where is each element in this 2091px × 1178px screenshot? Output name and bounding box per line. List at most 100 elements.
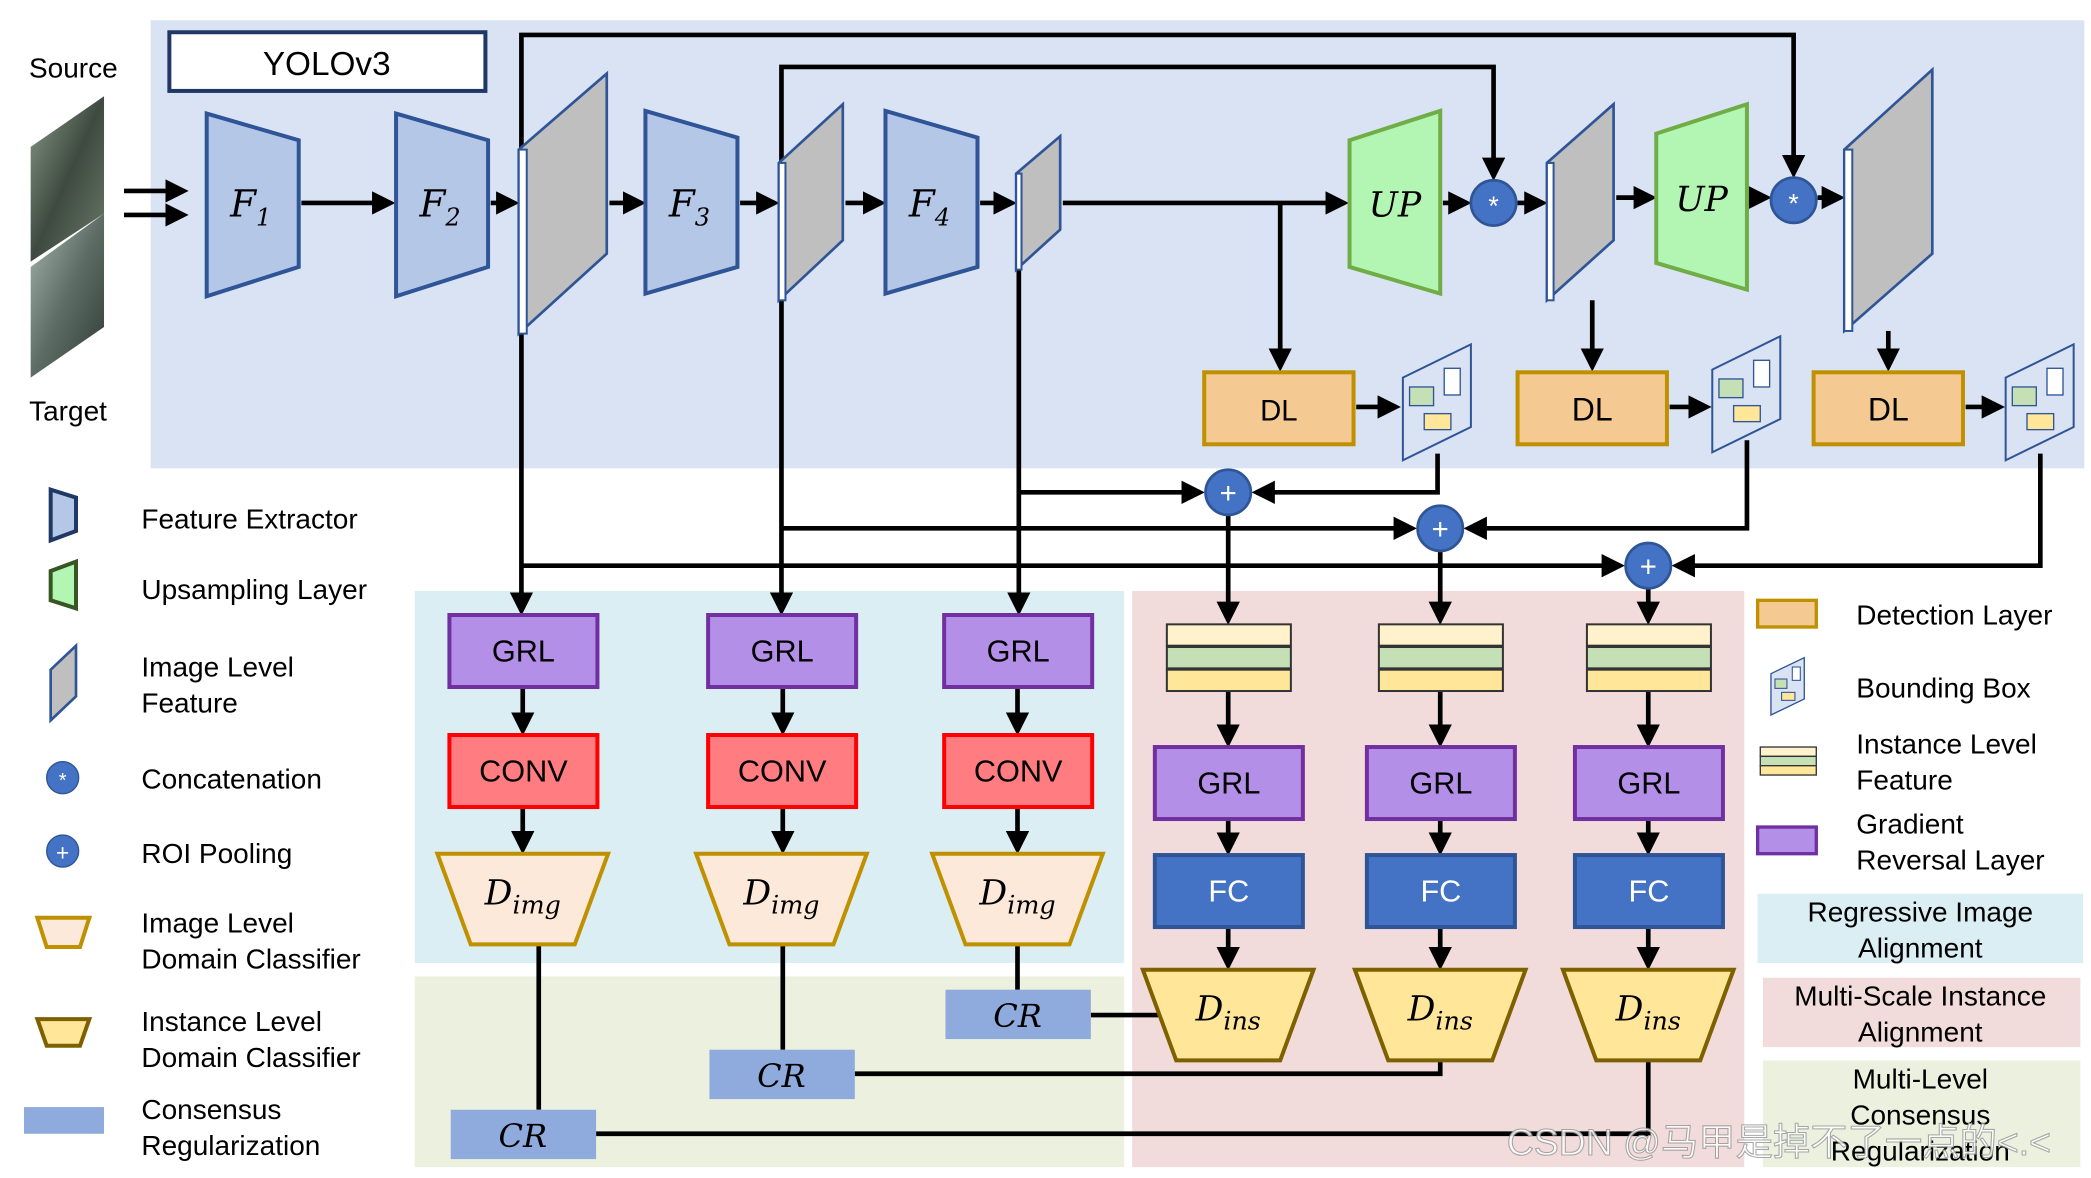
grl-layer: GRL <box>1364 745 1517 822</box>
svg-text:Regressive Image: Regressive Image <box>1807 897 2033 928</box>
svg-text:Image Level: Image Level <box>141 907 294 938</box>
svg-text:Multi-Level: Multi-Level <box>1853 1063 1988 1094</box>
consensus-regularization: CR <box>709 1049 855 1100</box>
diagram: YOLOv3 Source Target F1 F2 F3 F4 UP UP *… <box>24 20 2085 1168</box>
svg-text:UP: UP <box>1675 180 1728 220</box>
svg-text:+: + <box>56 839 69 865</box>
watermark: CSDN @马甲是掉不了一点的<.< <box>1507 1121 2051 1163</box>
roi-pooling-node: + <box>1204 468 1253 517</box>
grl-layer: GRL <box>706 613 859 690</box>
consensus-icon <box>24 1107 105 1134</box>
fc-layer: FC <box>1152 853 1305 930</box>
upsampling-icon <box>48 558 79 612</box>
feature-extractor-f4: F4 <box>883 108 980 297</box>
svg-text:FC: FC <box>1420 875 1461 909</box>
svg-text:Regularization: Regularization <box>141 1130 320 1161</box>
yolov3-title: YOLOv3 <box>263 46 391 83</box>
svg-text:Image Level: Image Level <box>141 651 294 682</box>
svg-text:GRL: GRL <box>1409 767 1472 801</box>
grl-layer: GRL <box>942 613 1095 690</box>
source-label: Source <box>29 53 118 84</box>
target-label: Target <box>29 395 107 426</box>
svg-text:Reversal Layer: Reversal Layer <box>1856 845 2044 876</box>
grl-icon <box>1755 825 1818 856</box>
svg-text:CR: CR <box>993 997 1042 1035</box>
upsampling-layer: UP <box>1347 108 1443 297</box>
instance-feature-icon <box>1759 746 1817 776</box>
upsampling-layer: UP <box>1654 101 1749 293</box>
svg-text:Instance Level: Instance Level <box>1856 729 2037 760</box>
consensus-regularization: CR <box>450 1109 597 1160</box>
svg-text:Alignment: Alignment <box>1858 933 1983 964</box>
conv-layer: CONV <box>447 733 600 810</box>
svg-text:Feature Extractor: Feature Extractor <box>141 503 357 534</box>
svg-text:Bounding Box: Bounding Box <box>1856 673 2030 704</box>
grl-layer: GRL <box>447 613 600 690</box>
bounding-box-icon <box>1770 656 1805 717</box>
svg-text:GRL: GRL <box>1617 767 1680 801</box>
svg-text:GRL: GRL <box>751 635 814 669</box>
svg-text:CONV: CONV <box>738 755 827 789</box>
svg-text:FC: FC <box>1208 875 1249 909</box>
detection-layer-icon <box>1755 598 1818 629</box>
svg-text:GRL: GRL <box>492 635 555 669</box>
fc-layer: FC <box>1572 853 1725 930</box>
feature-extractor-f3: F3 <box>643 108 740 297</box>
svg-text:Consensus: Consensus <box>141 1094 281 1125</box>
concatenation-node: * <box>1469 178 1518 227</box>
roi-pooling-node: + <box>1416 504 1465 553</box>
svg-text:DL: DL <box>1868 391 1909 427</box>
arrow <box>1671 453 2043 578</box>
svg-text:+: + <box>1432 513 1449 546</box>
svg-text:*: * <box>1488 191 1498 221</box>
svg-text:CONV: CONV <box>974 755 1063 789</box>
svg-text:ROI Pooling: ROI Pooling <box>141 838 292 869</box>
grl-layer: GRL <box>1152 745 1305 822</box>
svg-text:FC: FC <box>1628 875 1669 909</box>
svg-text:+: + <box>1220 477 1237 510</box>
svg-text:CONV: CONV <box>479 755 568 789</box>
detection-layer: DL <box>1202 370 1356 447</box>
image-feature-icon <box>49 642 78 724</box>
legend-left: * + Feature Extractor Upsampling Layer I… <box>24 486 367 1161</box>
concatenation-icon: * <box>46 761 80 795</box>
consensus-regularization: CR <box>945 989 1091 1040</box>
svg-text:Domain Classifier: Domain Classifier <box>141 943 360 974</box>
svg-text:*: * <box>1788 188 1798 218</box>
svg-text:Feature: Feature <box>1856 765 1953 796</box>
instance-level-feature <box>1377 623 1504 693</box>
svg-text:+: + <box>1640 550 1657 583</box>
svg-text:*: * <box>59 770 67 792</box>
instance-level-feature <box>1165 623 1292 693</box>
feature-extractor-icon <box>48 486 79 544</box>
roi-pooling-node: + <box>1624 541 1673 590</box>
svg-text:CR: CR <box>757 1057 806 1095</box>
image-classifier-icon <box>34 915 93 950</box>
svg-text:UP: UP <box>1369 185 1422 225</box>
svg-text:Upsampling Layer: Upsampling Layer <box>141 574 367 605</box>
svg-text:Feature: Feature <box>141 687 238 718</box>
svg-text:CR: CR <box>498 1117 547 1155</box>
legend-right: Detection Layer Bounding Box Instance Le… <box>1755 598 2083 1168</box>
svg-text:DL: DL <box>1572 391 1613 427</box>
svg-text:GRL: GRL <box>1197 767 1260 801</box>
svg-text:Domain Classifier: Domain Classifier <box>141 1042 360 1073</box>
svg-text:Alignment: Alignment <box>1858 1017 1983 1048</box>
conv-layer: CONV <box>942 733 1095 810</box>
svg-text:Gradient: Gradient <box>1856 809 1964 840</box>
svg-text:Detection Layer: Detection Layer <box>1856 599 2052 630</box>
grl-layer: GRL <box>1572 745 1725 822</box>
conv-layer: CONV <box>706 733 859 810</box>
detection-layer: DL <box>1811 370 1965 447</box>
svg-text:DL: DL <box>1260 394 1298 427</box>
concatenation-node: * <box>1769 176 1818 225</box>
feature-extractor-f1: F1 <box>204 110 301 300</box>
svg-text:Concatenation: Concatenation <box>141 763 322 794</box>
fc-layer: FC <box>1364 853 1517 930</box>
feature-extractor-f2: F2 <box>394 110 491 300</box>
svg-text:Instance Level: Instance Level <box>141 1006 322 1037</box>
svg-text:Multi-Scale Instance: Multi-Scale Instance <box>1794 981 2046 1012</box>
roi-pooling-icon: + <box>46 834 80 868</box>
instance-classifier-icon <box>34 1017 93 1048</box>
detection-layer: DL <box>1515 370 1669 447</box>
